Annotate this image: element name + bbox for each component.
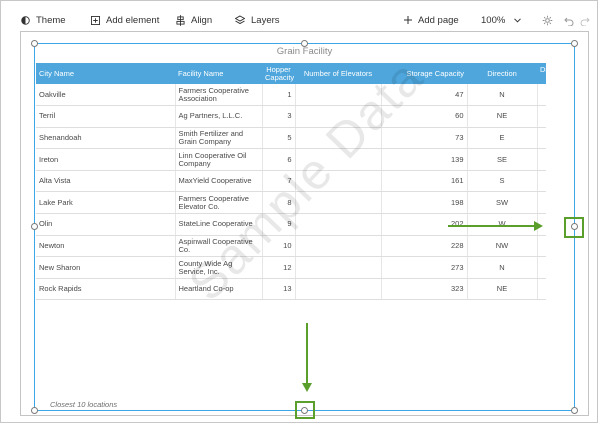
resize-handle-top-right[interactable] — [571, 40, 578, 47]
zoom-value: 100% — [481, 14, 506, 26]
theme-button[interactable]: Theme — [21, 13, 66, 27]
settings-button[interactable] — [542, 13, 559, 27]
plus-icon — [404, 16, 412, 24]
resize-handle-bottom-right[interactable] — [571, 407, 578, 414]
add-box-icon — [91, 15, 100, 25]
redo-button[interactable] — [580, 14, 596, 28]
add-element-button[interactable]: Add element — [91, 13, 159, 27]
arrow-right-icon — [448, 221, 543, 231]
theme-label: Theme — [36, 14, 66, 26]
arrow-down-icon — [302, 323, 312, 392]
align-icon — [176, 14, 185, 26]
theme-icon — [21, 15, 30, 25]
layers-label: Layers — [251, 14, 280, 26]
align-label: Align — [191, 14, 213, 26]
highlight-box-bottom-handle — [295, 401, 315, 419]
add-element-label: Add element — [106, 14, 160, 26]
zoom-select[interactable]: 100% — [481, 13, 522, 27]
highlight-box-right-handle — [564, 217, 584, 238]
app-frame: Theme Add element Align Layers Add page … — [0, 0, 598, 423]
align-button[interactable]: Align — [176, 13, 212, 27]
undo-icon — [564, 17, 574, 26]
add-page-label: Add page — [418, 14, 459, 26]
resize-handle-left[interactable] — [31, 223, 38, 230]
redo-icon — [580, 17, 590, 26]
layers-icon — [235, 15, 245, 25]
layers-button[interactable]: Layers — [235, 13, 280, 27]
resize-handle-bottom-left[interactable] — [31, 407, 38, 414]
resize-handle-top-left[interactable] — [31, 40, 38, 47]
chevron-down-icon — [514, 17, 522, 23]
gear-icon — [542, 15, 553, 25]
undo-button[interactable] — [564, 14, 580, 28]
resize-handle-top[interactable] — [301, 40, 308, 47]
add-page-button[interactable]: Add page — [404, 13, 459, 27]
